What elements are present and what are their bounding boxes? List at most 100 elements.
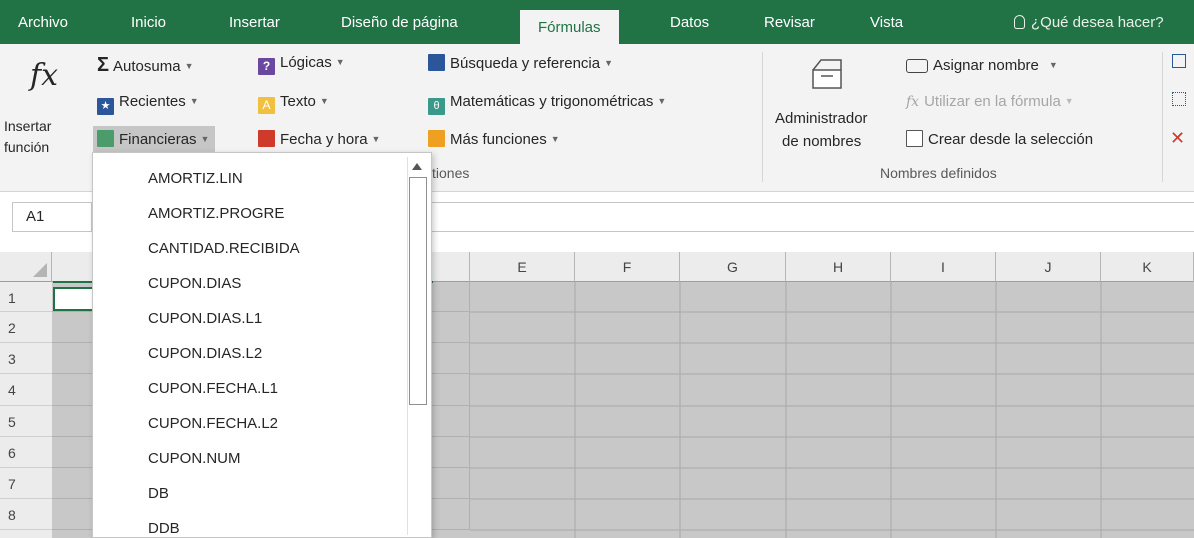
- trace-precedents-icon[interactable]: [1172, 54, 1186, 68]
- logical-button[interactable]: ? Lógicas ▼: [258, 54, 345, 75]
- tab-datos[interactable]: Datos: [670, 0, 709, 44]
- lookup-icon: [428, 54, 445, 71]
- define-name-label: Asignar nombre: [933, 57, 1039, 74]
- tell-me-label: ¿Qué desea hacer?: [1031, 14, 1164, 31]
- recent-button[interactable]: ★ Recientes ▼: [97, 93, 199, 115]
- insert-function-label-line2: función: [4, 139, 50, 155]
- name-manager-label-line1: Administrador: [775, 110, 868, 127]
- column-header-e[interactable]: E: [470, 252, 575, 282]
- sigma-icon: Σ: [97, 54, 110, 76]
- math-trig-button[interactable]: θ Matemáticas y trigonométricas ▼: [428, 93, 666, 115]
- tab-vista[interactable]: Vista: [870, 0, 903, 44]
- active-cell-a1[interactable]: [53, 287, 95, 311]
- function-library-group-label: tiones: [432, 165, 470, 181]
- column-header-f[interactable]: F: [575, 252, 680, 282]
- star-icon: ★: [97, 98, 114, 115]
- dropdown-item-cupon-fecha-l1[interactable]: CUPON.FECHA.L1: [93, 371, 401, 406]
- row-header-5[interactable]: 5: [0, 406, 52, 437]
- create-from-selection-button[interactable]: Crear desde la selección: [906, 130, 1093, 148]
- autosum-button[interactable]: Σ Autosuma ▼: [97, 54, 193, 77]
- chevron-down-icon: ▼: [604, 58, 614, 68]
- row-header-7[interactable]: 7: [0, 468, 52, 499]
- fx-small-icon: fx: [906, 94, 920, 110]
- grid-lines: [470, 282, 1194, 538]
- trace-dependents-icon[interactable]: [1172, 92, 1186, 106]
- create-from-selection-icon: [906, 130, 923, 147]
- define-name-button[interactable]: Asignar nombre ▼: [906, 57, 1058, 74]
- chevron-down-icon: ▼: [200, 134, 210, 144]
- chevron-down-icon: ▼: [335, 57, 345, 67]
- financial-button[interactable]: Financieras ▼: [93, 126, 216, 152]
- autosum-label: Autosuma: [113, 58, 181, 75]
- chevron-down-icon: ▼: [184, 61, 194, 71]
- tab-diseno-de-pagina[interactable]: Diseño de página: [341, 0, 458, 44]
- tell-me-box[interactable]: ¿Qué desea hacer?: [1014, 0, 1164, 44]
- select-all-corner[interactable]: [0, 252, 52, 282]
- tab-revisar[interactable]: Revisar: [764, 0, 815, 44]
- dropdown-item-db[interactable]: DB: [93, 476, 401, 511]
- logical-label: Lógicas: [280, 54, 332, 71]
- tab-formulas[interactable]: Fórmulas: [520, 10, 619, 44]
- row-header-4[interactable]: 4: [0, 374, 52, 406]
- name-manager-label-line2: de nombres: [782, 133, 862, 150]
- chevron-down-icon: ▼: [1048, 60, 1058, 70]
- dropdown-item-amortiz-progre[interactable]: AMORTIZ.PROGRE: [93, 196, 401, 231]
- clock-icon: [258, 130, 275, 147]
- dropdown-item-cupon-dias[interactable]: CUPON.DIAS: [93, 266, 401, 301]
- row-header-2[interactable]: 2: [0, 312, 52, 343]
- row-header-1[interactable]: 1: [0, 282, 52, 312]
- name-box[interactable]: A1: [12, 202, 92, 232]
- chevron-down-icon: ▼: [319, 96, 329, 106]
- dropdown-item-cantidad-recibida[interactable]: CANTIDAD.RECIBIDA: [93, 231, 401, 266]
- use-in-formula-button[interactable]: fx Utilizar en la fórmula ▼: [906, 93, 1074, 110]
- recent-label: Recientes: [119, 93, 186, 110]
- defined-names-group-label: Nombres definidos: [880, 165, 997, 181]
- fx-icon: fx: [30, 58, 59, 93]
- dropdown-scrollbar[interactable]: [407, 157, 427, 535]
- text-button[interactable]: A Texto ▼: [258, 93, 329, 114]
- scroll-up-arrow-icon[interactable]: [412, 163, 422, 170]
- row-header-6[interactable]: 6: [0, 437, 52, 468]
- text-a-icon: A: [258, 97, 275, 114]
- chevron-down-icon: ▼: [550, 134, 560, 144]
- column-header-j[interactable]: J: [996, 252, 1101, 282]
- group-separator: [1162, 52, 1163, 182]
- financial-book-icon: [97, 130, 114, 147]
- tab-insertar[interactable]: Insertar: [229, 0, 280, 44]
- name-tag-icon: [906, 59, 928, 73]
- chevron-down-icon: ▼: [371, 134, 381, 144]
- ribbon-tab-bar: Archivo Inicio Insertar Diseño de página…: [0, 0, 1194, 44]
- more-functions-button[interactable]: Más funciones ▼: [428, 130, 560, 148]
- row-header-8[interactable]: 8: [0, 499, 52, 530]
- group-separator: [762, 52, 763, 182]
- insert-function-label-line1: Insertar: [4, 118, 52, 134]
- dropdown-item-cupon-num[interactable]: CUPON.NUM: [93, 441, 401, 476]
- dropdown-item-amortiz-lin[interactable]: AMORTIZ.LIN: [93, 161, 401, 196]
- tab-archivo[interactable]: Archivo: [18, 0, 68, 44]
- dropdown-item-ddb[interactable]: DDB: [93, 511, 401, 537]
- lookup-reference-button[interactable]: Búsqueda y referencia ▼: [428, 54, 613, 72]
- date-time-button[interactable]: Fecha y hora ▼: [258, 130, 380, 148]
- remove-arrows-icon[interactable]: ✕: [1170, 128, 1185, 149]
- financial-label: Financieras: [119, 131, 197, 148]
- dropdown-item-cupon-fecha-l2[interactable]: CUPON.FECHA.L2: [93, 406, 401, 441]
- scroll-thumb[interactable]: [409, 177, 427, 405]
- create-from-selection-label: Crear desde la selección: [928, 131, 1094, 148]
- math-trig-label: Matemáticas y trigonométricas: [450, 93, 654, 110]
- date-time-label: Fecha y hora: [280, 131, 368, 148]
- tab-inicio[interactable]: Inicio: [131, 0, 166, 44]
- dropdown-item-cupon-dias-l1[interactable]: CUPON.DIAS.L1: [93, 301, 401, 336]
- theta-icon: θ: [428, 98, 445, 115]
- lookup-label: Búsqueda y referencia: [450, 55, 601, 72]
- dropdown-item-cupon-dias-l2[interactable]: CUPON.DIAS.L2: [93, 336, 401, 371]
- column-header-h[interactable]: H: [786, 252, 891, 282]
- row-header-9[interactable]: 9: [0, 530, 52, 538]
- chevron-down-icon: ▼: [1064, 96, 1074, 106]
- formula-input[interactable]: [420, 202, 1194, 232]
- financial-functions-dropdown: AMORTIZ.LIN AMORTIZ.PROGRE CANTIDAD.RECI…: [92, 152, 432, 538]
- column-header-g[interactable]: G: [680, 252, 786, 282]
- column-header-k[interactable]: K: [1101, 252, 1194, 282]
- column-header-i[interactable]: I: [891, 252, 996, 282]
- row-header-3[interactable]: 3: [0, 343, 52, 374]
- question-icon: ?: [258, 58, 275, 75]
